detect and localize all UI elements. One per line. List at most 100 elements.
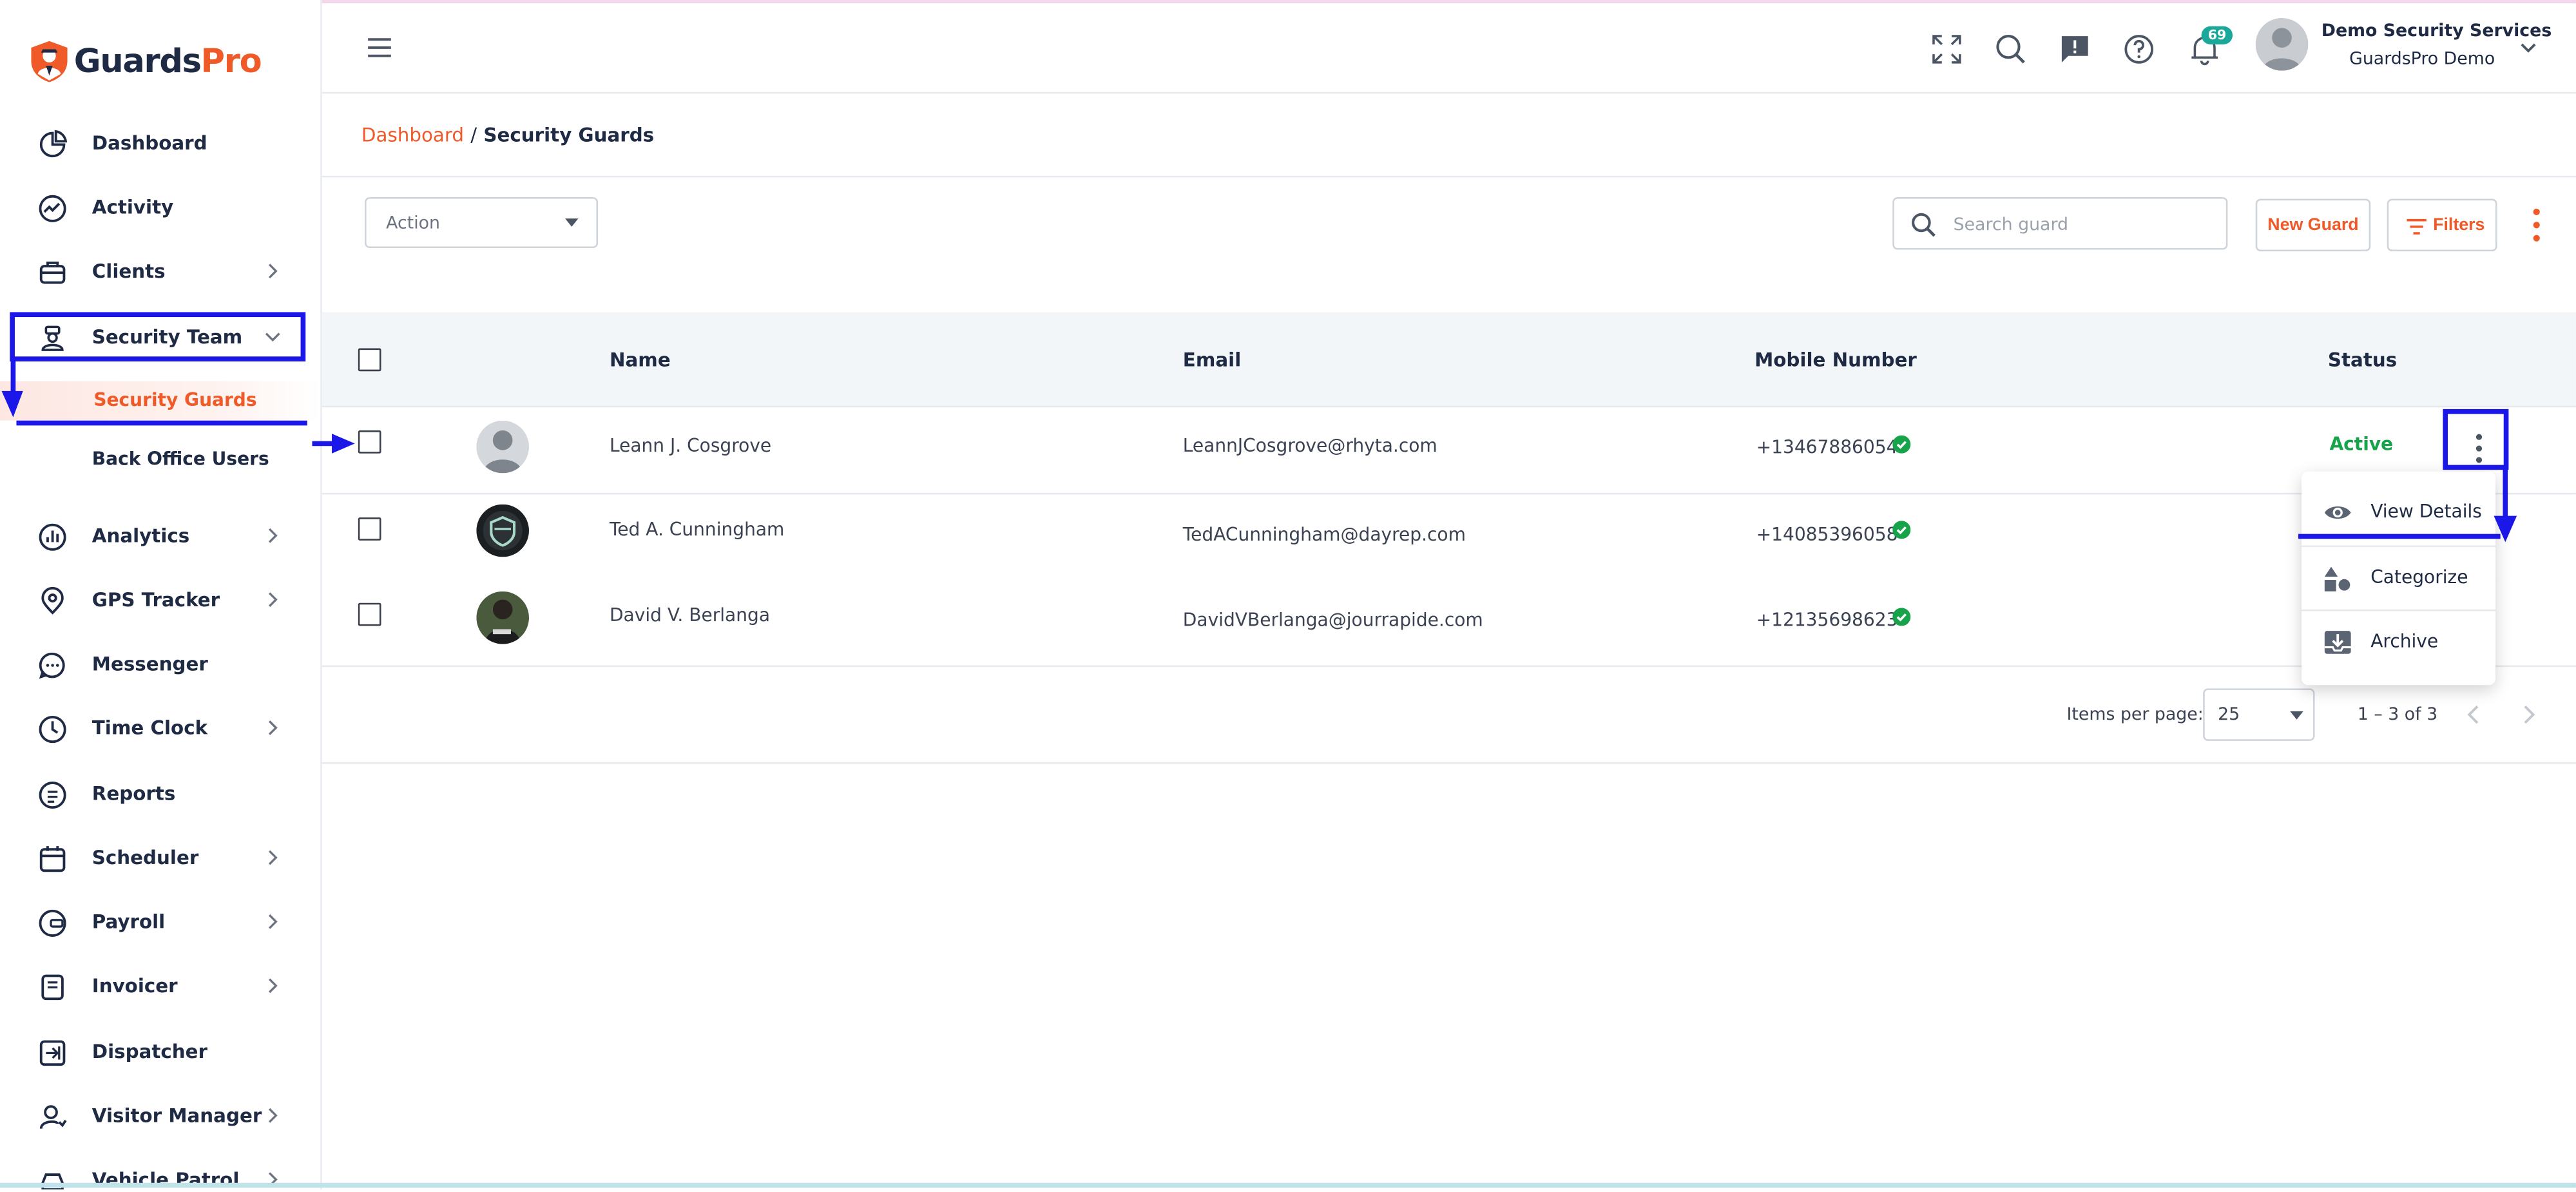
pie-chart-icon (39, 130, 68, 158)
brand-logo[interactable]: GuardsPro (30, 36, 262, 85)
user-company-name: Demo Security Services (2321, 21, 2552, 41)
photo-avatar-icon (476, 591, 530, 644)
sidebar-item-label: Scheduler (91, 846, 199, 869)
row-checkbox[interactable] (358, 430, 381, 454)
sidebar-subitem-security-guards[interactable]: Security Guards (0, 381, 321, 421)
table-row[interactable]: Ted A. Cunningham TedACunningham@dayrep.… (322, 494, 2576, 582)
sidebar-item-payroll[interactable]: Payroll (0, 896, 320, 948)
sidebar-item-activity[interactable]: Activity (0, 180, 320, 233)
sidebar-item-label: Activity (91, 195, 174, 219)
sidebar-item-label: Invoicer (91, 974, 178, 997)
guard-mobile: +14085396058 (1756, 524, 1898, 546)
verified-check-icon (1892, 608, 1911, 626)
sidebar-item-messenger[interactable]: Messenger (0, 637, 320, 690)
action-select[interactable]: Action (365, 197, 599, 249)
search-guard-input[interactable] (1950, 210, 2220, 240)
previous-page-chevron-icon[interactable] (2466, 705, 2482, 725)
guard-email: TedACunningham@dayrep.com (1182, 524, 1466, 546)
column-header-name[interactable]: Name (610, 349, 671, 372)
location-pin-icon (41, 586, 64, 615)
sidebar-item-reports[interactable]: Reports (0, 767, 320, 820)
sidebar-item-invoicer[interactable]: Invoicer (0, 959, 320, 1012)
breadcrumb-current: Security Guards (483, 123, 655, 146)
column-header-mobile[interactable]: Mobile Number (1754, 349, 1917, 372)
sidebar-item-analytics[interactable]: Analytics (0, 509, 320, 562)
search-icon (1912, 213, 1936, 237)
row-action-menu: View Details Categorize Archive (2302, 471, 2495, 686)
notification-count-badge: 69 (2201, 26, 2233, 44)
breadcrumb: Dashboard / Security Guards (361, 123, 654, 146)
menu-divider (2302, 545, 2495, 548)
guard-avatar (476, 591, 530, 644)
next-page-chevron-icon[interactable] (2520, 705, 2536, 725)
breadcrumb-separator: / (470, 123, 477, 146)
dropdown-caret-icon (565, 218, 579, 227)
new-guard-button[interactable]: New Guard (2255, 198, 2371, 252)
table-row[interactable]: Leann J. Cosgrove LeannJCosgrove@rhyta.c… (322, 407, 2576, 495)
guard-name[interactable]: Ted A. Cunningham (610, 519, 784, 541)
items-per-page-value: 25 (2218, 704, 2240, 725)
clock-icon (39, 716, 66, 744)
sidebar-item-label: Messenger (91, 652, 208, 675)
bottom-accent-line (0, 1182, 2576, 1188)
chevron-right-icon (268, 720, 278, 735)
top-accent-line (0, 0, 2576, 4)
table-row[interactable]: David V. Berlanga DavidVBerlanga@jourrap… (322, 580, 2576, 668)
guard-name[interactable]: David V. Berlanga (610, 604, 770, 626)
invoice-icon (41, 974, 64, 1001)
guard-avatar (476, 420, 530, 474)
sidebar-subitem-back-office-users[interactable]: Back Office Users (0, 440, 320, 479)
column-header-email[interactable]: Email (1183, 349, 1241, 372)
analytics-icon (39, 523, 66, 551)
fullscreen-icon[interactable] (1930, 33, 1963, 66)
guard-name[interactable]: Leann J. Cosgrove (610, 436, 771, 457)
sidebar-item-time-clock[interactable]: Time Clock (0, 702, 320, 755)
table-header: Name Email Mobile Number Status (322, 312, 2576, 408)
new-guard-button-label: New Guard (2267, 215, 2359, 235)
search-icon[interactable] (1994, 33, 2027, 66)
sidebar-item-dashboard[interactable]: Dashboard (0, 117, 320, 169)
help-icon[interactable] (2122, 33, 2155, 66)
document-icon (39, 782, 66, 809)
menu-item-categorize[interactable]: Categorize (2302, 549, 2495, 608)
breadcrumb-dashboard-link[interactable]: Dashboard (361, 123, 464, 146)
menu-item-label: View Details (2370, 501, 2482, 523)
sidebar-subitem-label: Back Office Users (91, 448, 269, 470)
annotation-arrow-right-icon (312, 434, 355, 454)
menu-item-label: Categorize (2370, 566, 2468, 588)
hamburger-menu-icon[interactable] (367, 36, 393, 59)
user-menu-chevron-down-icon[interactable] (2519, 38, 2539, 58)
guard-mobile: +13467886054 (1756, 437, 1898, 459)
shield-logo-icon (31, 40, 68, 82)
sidebar-item-clients[interactable]: Clients (0, 245, 320, 298)
feedback-icon[interactable] (2059, 33, 2091, 66)
row-checkbox[interactable] (358, 517, 381, 541)
annotation-underline-view-details (2298, 534, 2501, 539)
top-header (322, 5, 2576, 94)
chevron-right-icon (268, 592, 278, 608)
filters-button[interactable]: Filters (2387, 198, 2497, 252)
items-per-page-select[interactable]: 25 (2203, 688, 2315, 741)
menu-item-archive[interactable]: Archive (2302, 613, 2495, 672)
shield-avatar-icon (476, 504, 530, 557)
menu-item-view-details[interactable]: View Details (2302, 483, 2495, 543)
search-guard-box[interactable] (1892, 197, 2228, 250)
annotation-underline-security-guards (16, 420, 307, 426)
column-header-status[interactable]: Status (2328, 349, 2397, 372)
eye-icon (2324, 506, 2351, 519)
brand-name: GuardsPro (73, 41, 262, 81)
user-avatar[interactable] (2255, 18, 2309, 71)
verified-check-icon (1892, 521, 1911, 539)
more-options-icon[interactable] (2526, 207, 2546, 243)
guard-mobile: +12135698623 (1756, 609, 1898, 631)
sidebar-item-visitor-manager[interactable]: Visitor Manager (0, 1089, 320, 1142)
visitor-icon (39, 1105, 67, 1130)
filter-lines-icon (2407, 218, 2427, 235)
briefcase-icon (39, 262, 66, 284)
sidebar-item-scheduler[interactable]: Scheduler (0, 831, 320, 884)
activity-icon (39, 195, 66, 222)
select-all-checkbox[interactable] (358, 348, 381, 372)
sidebar-item-dispatcher[interactable]: Dispatcher (0, 1025, 320, 1078)
sidebar-item-gps-tracker[interactable]: GPS Tracker (0, 573, 320, 626)
row-checkbox[interactable] (358, 602, 381, 626)
